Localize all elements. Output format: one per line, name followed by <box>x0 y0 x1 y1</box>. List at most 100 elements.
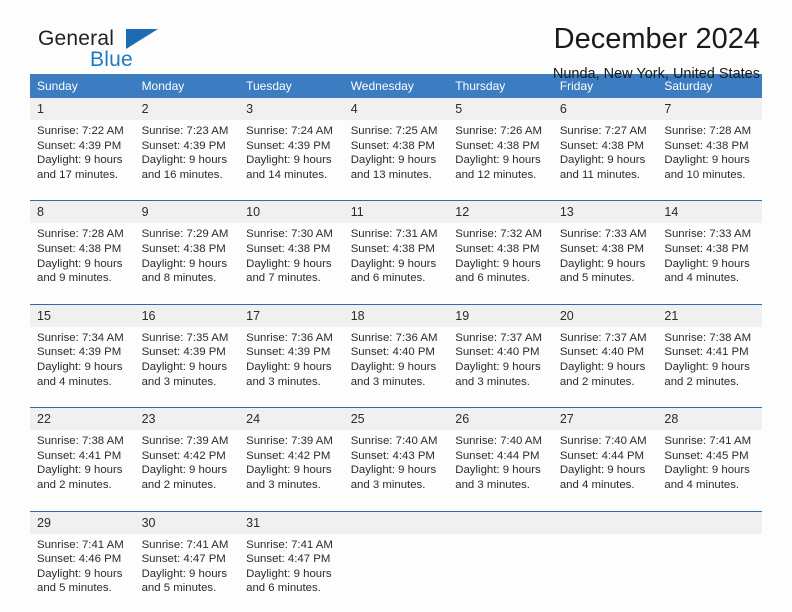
day-cell: Sunrise: 7:38 AM Sunset: 4:41 PM Daylight:… <box>657 327 762 401</box>
daylight-text: Daylight: 9 hours <box>664 464 750 477</box>
day-number[interactable]: 28 <box>657 407 762 431</box>
day-number[interactable]: 5 <box>448 98 553 120</box>
sunset-text: Sunset: 4:38 PM <box>664 139 749 152</box>
sunrise-text: Sunrise: 7:39 AM <box>141 435 229 448</box>
daylight-text: and 12 minutes. <box>455 168 537 181</box>
day-number[interactable]: 24 <box>239 407 344 431</box>
day-number[interactable]: 27 <box>552 407 658 431</box>
sunrise-text: Sunrise: 7:36 AM <box>350 331 438 344</box>
daylight-text: and 10 minutes. <box>664 168 746 181</box>
sunrise-sunset-calendar: Sunday Monday Tuesday Wednesday Thursday… <box>30 74 762 608</box>
day-number[interactable]: 22 <box>30 407 135 431</box>
sunrise-text: Sunrise: 7:28 AM <box>664 125 752 137</box>
day-number[interactable]: 21 <box>657 303 762 327</box>
daylight-text: and 17 minutes. <box>37 168 119 181</box>
day-number[interactable]: 19 <box>448 303 553 327</box>
daylight-text: and 16 minutes. <box>141 168 223 181</box>
daylight-text: Daylight: 9 hours <box>350 464 437 477</box>
sunrise-text: Sunrise: 7:34 AM <box>37 331 124 344</box>
daylight-text: and 3 minutes. <box>141 375 217 388</box>
day-number[interactable]: 14 <box>657 200 762 224</box>
daylight-text: and 3 minutes. <box>350 478 426 491</box>
day-number[interactable]: 15 <box>30 303 135 327</box>
daylight-text: Daylight: 9 hours <box>141 257 228 270</box>
day-number-row: 1234567 <box>30 98 762 120</box>
day-cell: Sunrise: 7:34 AM Sunset: 4:39 PM Daylight:… <box>30 327 135 401</box>
daylight-text: and 13 minutes. <box>350 168 432 181</box>
sunrise-text: Sunrise: 7:27 AM <box>559 125 647 137</box>
day-number[interactable]: 8 <box>30 200 135 224</box>
sunset-text: Sunset: 4:39 PM <box>37 346 122 359</box>
day-number[interactable]: 1 <box>30 98 135 120</box>
daylight-text: and 14 minutes. <box>246 168 328 181</box>
day-number[interactable]: 25 <box>343 407 449 431</box>
day-number[interactable]: 11 <box>343 200 449 224</box>
day-number[interactable]: 2 <box>134 98 240 120</box>
page-title: December 2024 <box>553 23 760 55</box>
sunset-text: Sunset: 4:38 PM <box>664 242 749 255</box>
sunrise-text: Sunrise: 7:26 AM <box>455 125 542 137</box>
day-number[interactable]: 13 <box>552 200 658 224</box>
day-number[interactable]: 26 <box>448 407 553 431</box>
day-cell-empty <box>553 534 658 608</box>
day-number[interactable]: 31 <box>239 510 344 534</box>
day-number[interactable]: 16 <box>134 303 240 327</box>
daylight-text: and 3 minutes. <box>246 478 321 491</box>
day-cell: Sunrise: 7:37 AM Sunset: 4:40 PM Daylight:… <box>553 327 658 401</box>
day-cell-empty <box>657 534 762 608</box>
sunrise-text: Sunrise: 7:22 AM <box>37 125 124 137</box>
daylight-text: Daylight: 9 hours <box>246 154 332 167</box>
sunrise-text: Sunrise: 7:36 AM <box>246 331 333 344</box>
day-number-empty <box>657 510 762 534</box>
day-number[interactable]: 9 <box>134 200 240 224</box>
day-number[interactable]: 3 <box>239 98 344 120</box>
sunset-text: Sunset: 4:38 PM <box>350 242 435 255</box>
sunrise-text: Sunrise: 7:31 AM <box>350 228 438 241</box>
day-cell: Sunrise: 7:39 AM Sunset: 4:42 PM Daylight:… <box>135 430 240 504</box>
day-number[interactable]: 7 <box>657 98 762 120</box>
day-cell: Sunrise: 7:33 AM Sunset: 4:38 PM Daylight:… <box>657 223 762 297</box>
sunset-text: Sunset: 4:40 PM <box>559 346 645 359</box>
day-cell: Sunrise: 7:28 AM Sunset: 4:38 PM Daylight:… <box>30 223 135 297</box>
sunrise-text: Sunrise: 7:38 AM <box>37 435 124 448</box>
day-cell: Sunrise: 7:23 AM Sunset: 4:39 PM Daylight:… <box>135 120 240 194</box>
day-number[interactable]: 20 <box>552 303 658 327</box>
sunrise-text: Sunrise: 7:33 AM <box>664 228 752 241</box>
daylight-text: Daylight: 9 hours <box>246 257 332 270</box>
sunset-text: Sunset: 4:38 PM <box>246 242 331 255</box>
sunset-text: Sunset: 4:39 PM <box>141 346 226 359</box>
page-header: General Blue December 2024 Nunda, New Yo… <box>30 0 762 82</box>
day-number[interactable]: 17 <box>239 303 344 327</box>
daylight-text: Daylight: 9 hours <box>455 257 541 270</box>
daylight-text: and 4 minutes. <box>37 375 112 388</box>
daylight-text: Daylight: 9 hours <box>559 257 646 270</box>
calendar-page: General Blue December 2024 Nunda, New Yo… <box>0 0 792 612</box>
day-number[interactable]: 10 <box>239 200 344 224</box>
day-cell: Sunrise: 7:38 AM Sunset: 4:41 PM Daylight:… <box>30 430 135 504</box>
day-cell: Sunrise: 7:41 AM Sunset: 4:45 PM Daylight:… <box>657 430 762 504</box>
daylight-text: Daylight: 9 hours <box>455 464 541 477</box>
daylight-text: Daylight: 9 hours <box>559 154 646 167</box>
brand-logo[interactable]: General Blue <box>30 22 230 78</box>
sunset-text: Sunset: 4:38 PM <box>141 242 226 255</box>
day-number[interactable]: 30 <box>134 510 240 534</box>
day-number[interactable]: 29 <box>30 510 135 534</box>
sunrise-text: Sunrise: 7:28 AM <box>37 228 124 241</box>
day-number-row: 8 9 10 11 12 13 14 <box>30 200 762 224</box>
day-number[interactable]: 12 <box>448 200 553 224</box>
day-number[interactable]: 6 <box>552 98 658 120</box>
day-number[interactable]: 18 <box>343 303 449 327</box>
sunset-text: Sunset: 4:39 PM <box>141 139 226 152</box>
sunrise-text: Sunrise: 7:39 AM <box>246 435 333 448</box>
sunset-text: Sunset: 4:38 PM <box>37 242 122 255</box>
daylight-text: and 3 minutes. <box>455 478 530 491</box>
sunset-text: Sunset: 4:41 PM <box>37 449 122 462</box>
day-cell: Sunrise: 7:41 AM Sunset: 4:47 PM Daylight:… <box>239 534 344 608</box>
daylight-text: and 2 minutes. <box>37 478 112 491</box>
day-number-empty <box>448 510 553 534</box>
daylight-text: Daylight: 9 hours <box>664 154 750 167</box>
day-number[interactable]: 23 <box>134 407 240 431</box>
daylight-text: and 2 minutes. <box>664 375 740 388</box>
day-number[interactable]: 4 <box>343 98 449 120</box>
daylight-text: Daylight: 9 hours <box>350 360 437 373</box>
